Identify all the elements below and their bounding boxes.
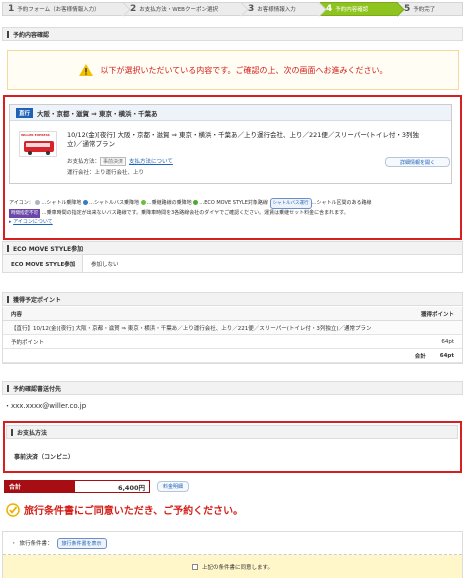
legend-line-1: アイコン： …シャトル乗降地 …シャトルバス乗降地 …乗継路線の乗降地 …ECO… <box>9 198 459 209</box>
bus-brand: WILLER EXPRESS <box>21 133 50 137</box>
confirm-alert: 以下が選択いただいている内容です。ご確認の上、次の画面へお進みください。 <box>7 50 459 90</box>
time-unspecified-tag: 時間指定不可 <box>9 209 40 218</box>
total-row: 合計 6,400円 <box>4 480 150 493</box>
payment-method-line: お支払方法： 事前決済 支払方法について <box>67 157 173 166</box>
warning-icon <box>78 64 93 76</box>
conditions-row: ・ 旅行条件書： 旅行条件書を表示 <box>3 532 462 555</box>
payment-value: 事前決済（コンビニ） <box>14 454 75 461</box>
agree-checkbox-label[interactable]: 上記の条件書に同意します。 <box>202 563 273 571</box>
legend-item: …ECO MOVE STYLE対象路線 <box>199 200 268 206</box>
conditions-label: 旅行条件書： <box>19 541 53 547</box>
step-4: 4 予約内容確認 <box>320 2 398 16</box>
detail-button[interactable]: 詳細情報を開く <box>385 157 450 167</box>
time-unspecified-text: …乗車時間の指定が出来ないバス路線です。乗降車時間を3各路線会社のダイヤでご確認… <box>41 210 349 216</box>
alert-text: 以下が選択いただいている内容です。ご確認の上、次の画面へお進みください。 <box>100 65 388 75</box>
conditions-box: ・ 旅行条件書： 旅行条件書を表示 上記の条件書に同意します。 <box>2 531 463 578</box>
legend-item: …シャトル乗降地 <box>41 200 82 206</box>
points-sub-row: 予約ポイント 64pt <box>3 335 462 349</box>
shuttle-stop-icon <box>35 200 41 205</box>
arrow-right-icon: ▸ <box>9 219 12 225</box>
shuttle-pill: シャトルバス運行 <box>269 198 312 209</box>
legend-item: …シャトル区間のある路線 <box>311 200 372 206</box>
step-5: 5 予約完了 <box>398 2 463 16</box>
check-circle-icon <box>6 502 20 517</box>
section-title-reserve: 予約内容確認 <box>2 27 463 41</box>
legend-item: …シャトルバス乗降地 <box>88 200 139 206</box>
step-1: 1 予約フォーム（お客様情報入力） <box>2 2 124 16</box>
step-label: お支払方法・WEBクーポン選択 <box>139 7 218 13</box>
legend-line-2: 時間指定不可 …乗車時間の指定が出来ないバス路線です。乗降車時間を3各路線会社の… <box>9 209 459 218</box>
eco-value: 参加しない <box>91 261 119 268</box>
agree-checkbox-row[interactable]: 上記の条件書に同意します。 <box>3 555 462 578</box>
payment-link[interactable]: 支払方法について <box>129 159 173 165</box>
transfer-stop-icon <box>140 200 146 205</box>
agree-heading: 旅行条件書にご同意いただき、ご予約ください。 <box>6 502 243 517</box>
section-title-email: 予約確認書送付先 <box>2 381 463 395</box>
points-item: 【直行】10/12(金)[夜行] 大阪・京都・滋賀 ⇒ 東京・横浜・千葉あ／上り… <box>3 321 462 335</box>
bus-image: WILLER EXPRESS <box>19 131 57 157</box>
payment-label: お支払方法： <box>67 159 101 165</box>
icon-legend: アイコン： …シャトル乗降地 …シャトルバス乗降地 …乗継路線の乗降地 …ECO… <box>9 198 459 227</box>
col-content: 内容 <box>11 311 23 318</box>
total-value: 6,400円 <box>74 480 150 493</box>
points-item-text: 【直行】10/12(金)[夜行] 大阪・京都・滋賀 ⇒ 東京・横浜・千葉あ／上り… <box>11 325 372 332</box>
points-total-value: 64pt <box>439 352 454 359</box>
step-3: 3 お客様情報入力 <box>242 2 320 16</box>
section-title-points: 獲得予定ポイント <box>2 292 463 306</box>
route-title: 大阪・京都・滋賀 ⇒ 東京・横浜・千葉あ <box>37 109 158 118</box>
agree-heading-text: 旅行条件書にご同意いただき、ご予約ください。 <box>24 506 244 517</box>
step-number: 1 <box>8 4 15 14</box>
section-title-payment: お支払方法 <box>6 425 458 439</box>
step-label: 予約完了 <box>413 7 436 13</box>
progress-steps: 1 予約フォーム（お客様情報入力） 2 お支払方法・WEBクーポン選択 3 お客様情報… <box>2 2 463 16</box>
legend-item: …乗継路線の乗降地 <box>146 200 192 206</box>
points-total-label: 合計 <box>414 353 426 360</box>
trip-description: 10/12(金)[夜行] 大阪・京都・滋賀 ⇒ 東京・横浜・千葉あ／上り運行会社… <box>67 131 420 148</box>
conditions-button[interactable]: 旅行条件書を表示 <box>56 537 107 549</box>
bullet-icon: ・ <box>11 541 17 547</box>
points-table: 内容 獲得ポイント 【直行】10/12(金)[夜行] 大阪・京都・滋賀 ⇒ 東京・… <box>2 307 463 364</box>
legend-label: アイコン： <box>9 200 34 206</box>
legend-line-3: ▸ アイコンについて <box>9 218 459 227</box>
agree-checkbox[interactable] <box>192 563 199 570</box>
route-header: 直行 大阪・京都・滋賀 ⇒ 東京・横浜・千葉あ <box>10 105 451 121</box>
direct-badge: 直行 <box>16 107 34 118</box>
shuttle-bus-stop-icon <box>82 200 88 205</box>
eco-row: ECO MOVE STYLE参加 参加しない <box>2 255 463 273</box>
points-sub-label: 予約ポイント <box>11 339 45 346</box>
col-points: 獲得ポイント <box>420 311 454 318</box>
total-label: 合計 <box>4 480 74 493</box>
payment-tag: 事前決済 <box>100 157 127 166</box>
route-card: 直行 大阪・京都・滋賀 ⇒ 東京・横浜・千葉あ WILLER EXPRESS 1… <box>9 104 452 184</box>
points-sub-value: 64pt <box>441 338 454 345</box>
eco-label: ECO MOVE STYLE参加 <box>3 255 83 272</box>
points-total-row: 合計 64pt <box>3 349 462 363</box>
section-title-eco: ECO MOVE STYLE参加 <box>2 241 463 255</box>
step-label: お客様情報入力 <box>257 7 296 13</box>
icon-about-link[interactable]: アイコンについて <box>13 219 53 225</box>
fare-detail-button[interactable]: 料金明細 <box>157 481 189 492</box>
operator-line: 運行会社：上り運行会社、上り <box>67 170 145 176</box>
eco-icon <box>193 200 199 205</box>
email-value: ・xxx.xxxx@willer.co.jp <box>4 402 87 410</box>
points-header: 内容 獲得ポイント <box>3 307 462 321</box>
step-label: 予約フォーム（お客様情報入力） <box>17 7 100 13</box>
step-label: 予約内容確認 <box>335 7 369 13</box>
step-2: 2 お支払方法・WEBクーポン選択 <box>124 2 242 16</box>
